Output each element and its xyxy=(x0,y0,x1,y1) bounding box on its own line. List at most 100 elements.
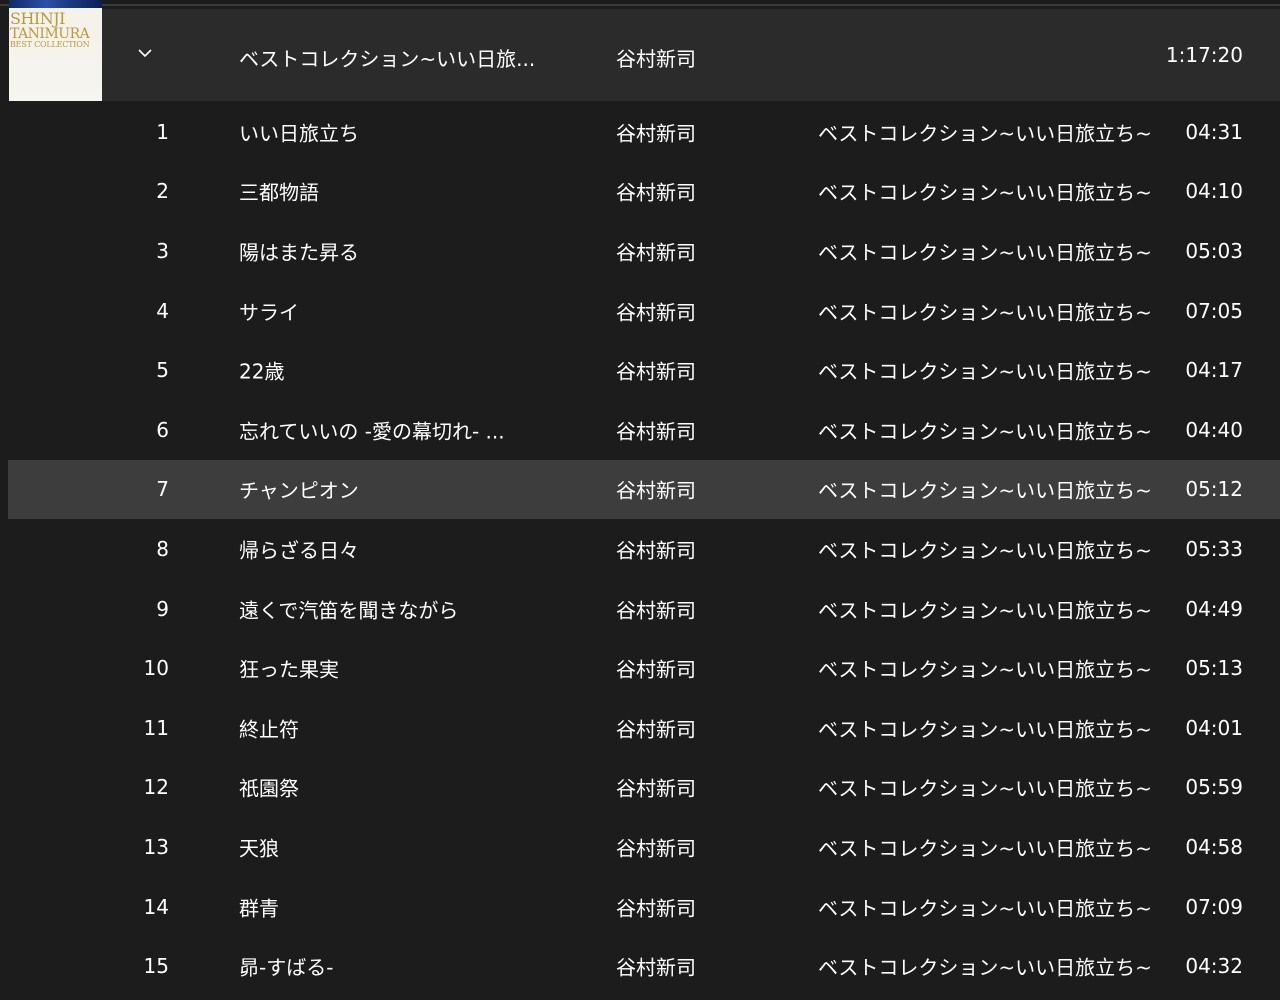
track-duration: 05:13 xyxy=(1185,656,1243,681)
track-number: 8 xyxy=(156,536,169,561)
track-number: 11 xyxy=(143,715,169,740)
track-artist: 谷村新司 xyxy=(616,836,696,861)
track-row[interactable]: 7 チャンピオン 谷村新司 ベストコレクション~いい日旅立ち~ 05:12 xyxy=(8,459,1280,520)
track-list: 1 いい日旅立ち 谷村新司 ベストコレクション~いい日旅立ち~ 04:31 2 三都物語 谷村… xyxy=(8,102,1280,996)
track-row[interactable]: 10 狂った果実 谷村新司 ベストコレクション~いい日旅立ち~ 05:13 xyxy=(8,638,1280,698)
track-title: サライ xyxy=(239,300,299,325)
track-album: ベストコレクション~いい日旅立ち~ xyxy=(818,419,1152,444)
track-title: チャンピオン xyxy=(239,478,359,503)
track-duration: 05:59 xyxy=(1185,775,1243,800)
album-art-line-2: TANIMURA xyxy=(10,26,90,42)
album-artist: 谷村新司 xyxy=(616,47,696,71)
track-number: 1 xyxy=(156,119,169,144)
track-album: ベストコレクション~いい日旅立ち~ xyxy=(818,896,1152,921)
track-row[interactable]: 6 忘れていいの -愛の幕切れ- ... 谷村新司 ベストコレクション~いい日旅立ち~… xyxy=(8,400,1280,460)
track-row[interactable]: 2 三都物語 谷村新司 ベストコレクション~いい日旅立ち~ 04:10 xyxy=(8,162,1280,222)
track-title: 22歳 xyxy=(239,359,285,384)
track-album: ベストコレクション~いい日旅立ち~ xyxy=(818,776,1152,801)
track-title: 陽はまた昇る xyxy=(239,240,359,265)
track-number: 10 xyxy=(143,656,169,681)
track-album: ベストコレクション~いい日旅立ち~ xyxy=(818,717,1152,742)
top-divider xyxy=(0,0,1280,6)
track-title: 天狼 xyxy=(239,836,279,861)
track-number: 9 xyxy=(156,596,169,621)
track-title: 帰らざる日々 xyxy=(239,538,359,563)
track-title: 三都物語 xyxy=(239,180,319,205)
track-artist: 谷村新司 xyxy=(616,955,696,980)
track-duration: 04:01 xyxy=(1185,715,1243,740)
track-album: ベストコレクション~いい日旅立ち~ xyxy=(818,598,1152,623)
track-row[interactable]: 4 サライ 谷村新司 ベストコレクション~いい日旅立ち~ 07:05 xyxy=(8,281,1280,341)
track-duration: 05:12 xyxy=(1185,477,1243,502)
track-number: 2 xyxy=(156,179,169,204)
track-number: 6 xyxy=(156,417,169,442)
track-artist: 谷村新司 xyxy=(616,776,696,801)
track-title: いい日旅立ち xyxy=(239,121,359,146)
track-row[interactable]: 15 昴-すばる- 谷村新司 ベストコレクション~いい日旅立ち~ 04:32 xyxy=(8,936,1280,996)
track-artist: 谷村新司 xyxy=(616,598,696,623)
track-number: 13 xyxy=(143,834,169,859)
track-title: 狂った果実 xyxy=(239,657,339,682)
track-album: ベストコレクション~いい日旅立ち~ xyxy=(818,538,1152,563)
track-row[interactable]: 8 帰らざる日々 谷村新司 ベストコレクション~いい日旅立ち~ 05:33 xyxy=(8,519,1280,579)
track-row[interactable]: 14 群青 谷村新司 ベストコレクション~いい日旅立ち~ 07:09 xyxy=(8,877,1280,937)
track-duration: 05:03 xyxy=(1185,238,1243,263)
track-duration: 04:10 xyxy=(1185,179,1243,204)
track-duration: 04:31 xyxy=(1185,119,1243,144)
track-title: 忘れていいの -愛の幕切れ- ... xyxy=(239,419,505,444)
track-artist: 谷村新司 xyxy=(616,359,696,384)
track-number: 4 xyxy=(156,298,169,323)
track-artist: 谷村新司 xyxy=(616,538,696,563)
track-number: 3 xyxy=(156,238,169,263)
track-number: 5 xyxy=(156,358,169,383)
track-duration: 04:49 xyxy=(1185,596,1243,621)
track-album: ベストコレクション~いい日旅立ち~ xyxy=(818,836,1152,861)
track-title: 遠くで汽笛を聞きながら xyxy=(239,598,459,623)
track-artist: 谷村新司 xyxy=(616,419,696,444)
track-row[interactable]: 12 祇園祭 谷村新司 ベストコレクション~いい日旅立ち~ 05:59 xyxy=(8,758,1280,818)
track-row[interactable]: 5 22歳 谷村新司 ベストコレクション~いい日旅立ち~ 04:17 xyxy=(8,340,1280,400)
album-header-row[interactable]: ベストコレクション~いい日旅... 谷村新司 1:17:20 xyxy=(102,9,1280,101)
track-row[interactable]: 11 終止符 谷村新司 ベストコレクション~いい日旅立ち~ 04:01 xyxy=(8,698,1280,758)
track-album: ベストコレクション~いい日旅立ち~ xyxy=(818,240,1152,265)
track-title: 群青 xyxy=(239,896,279,921)
track-title: 昴-すばる- xyxy=(239,955,334,980)
album-art[interactable]: SHINJI TANIMURA BEST COLLECTION xyxy=(9,0,102,101)
track-duration: 07:05 xyxy=(1185,298,1243,323)
track-album: ベストコレクション~いい日旅立ち~ xyxy=(818,955,1152,980)
track-duration: 07:09 xyxy=(1185,894,1243,919)
track-duration: 04:17 xyxy=(1185,358,1243,383)
track-number: 15 xyxy=(143,954,169,979)
track-artist: 谷村新司 xyxy=(616,240,696,265)
track-title: 終止符 xyxy=(239,717,299,742)
track-artist: 谷村新司 xyxy=(616,657,696,682)
track-row[interactable]: 3 陽はまた昇る 谷村新司 ベストコレクション~いい日旅立ち~ 05:03 xyxy=(8,221,1280,281)
track-artist: 谷村新司 xyxy=(616,896,696,921)
album-art-line-3: BEST COLLECTION xyxy=(10,40,90,49)
album-title: ベストコレクション~いい日旅... xyxy=(239,47,536,71)
track-artist: 谷村新司 xyxy=(616,478,696,503)
chevron-down-icon[interactable] xyxy=(137,45,153,61)
track-number: 14 xyxy=(143,894,169,919)
track-album: ベストコレクション~いい日旅立ち~ xyxy=(818,300,1152,325)
album-duration: 1:17:20 xyxy=(1165,43,1243,67)
album-art-line-1: SHINJI xyxy=(10,9,65,28)
track-number: 12 xyxy=(143,775,169,800)
track-row[interactable]: 13 天狼 谷村新司 ベストコレクション~いい日旅立ち~ 04:58 xyxy=(8,817,1280,877)
track-duration: 05:33 xyxy=(1185,536,1243,561)
track-duration: 04:40 xyxy=(1185,417,1243,442)
track-artist: 谷村新司 xyxy=(616,121,696,146)
track-title: 祇園祭 xyxy=(239,776,299,801)
track-duration: 04:58 xyxy=(1185,834,1243,859)
track-artist: 谷村新司 xyxy=(616,300,696,325)
track-artist: 谷村新司 xyxy=(616,717,696,742)
track-album: ベストコレクション~いい日旅立ち~ xyxy=(818,121,1152,146)
track-row[interactable]: 9 遠くで汽笛を聞きながら 谷村新司 ベストコレクション~いい日旅立ち~ 04:49 xyxy=(8,579,1280,639)
track-artist: 谷村新司 xyxy=(616,180,696,205)
track-row[interactable]: 1 いい日旅立ち 谷村新司 ベストコレクション~いい日旅立ち~ 04:31 xyxy=(8,102,1280,162)
track-duration: 04:32 xyxy=(1185,954,1243,979)
track-album: ベストコレクション~いい日旅立ち~ xyxy=(818,180,1152,205)
track-album: ベストコレクション~いい日旅立ち~ xyxy=(818,657,1152,682)
track-album: ベストコレクション~いい日旅立ち~ xyxy=(818,359,1152,384)
track-album: ベストコレクション~いい日旅立ち~ xyxy=(818,478,1152,503)
